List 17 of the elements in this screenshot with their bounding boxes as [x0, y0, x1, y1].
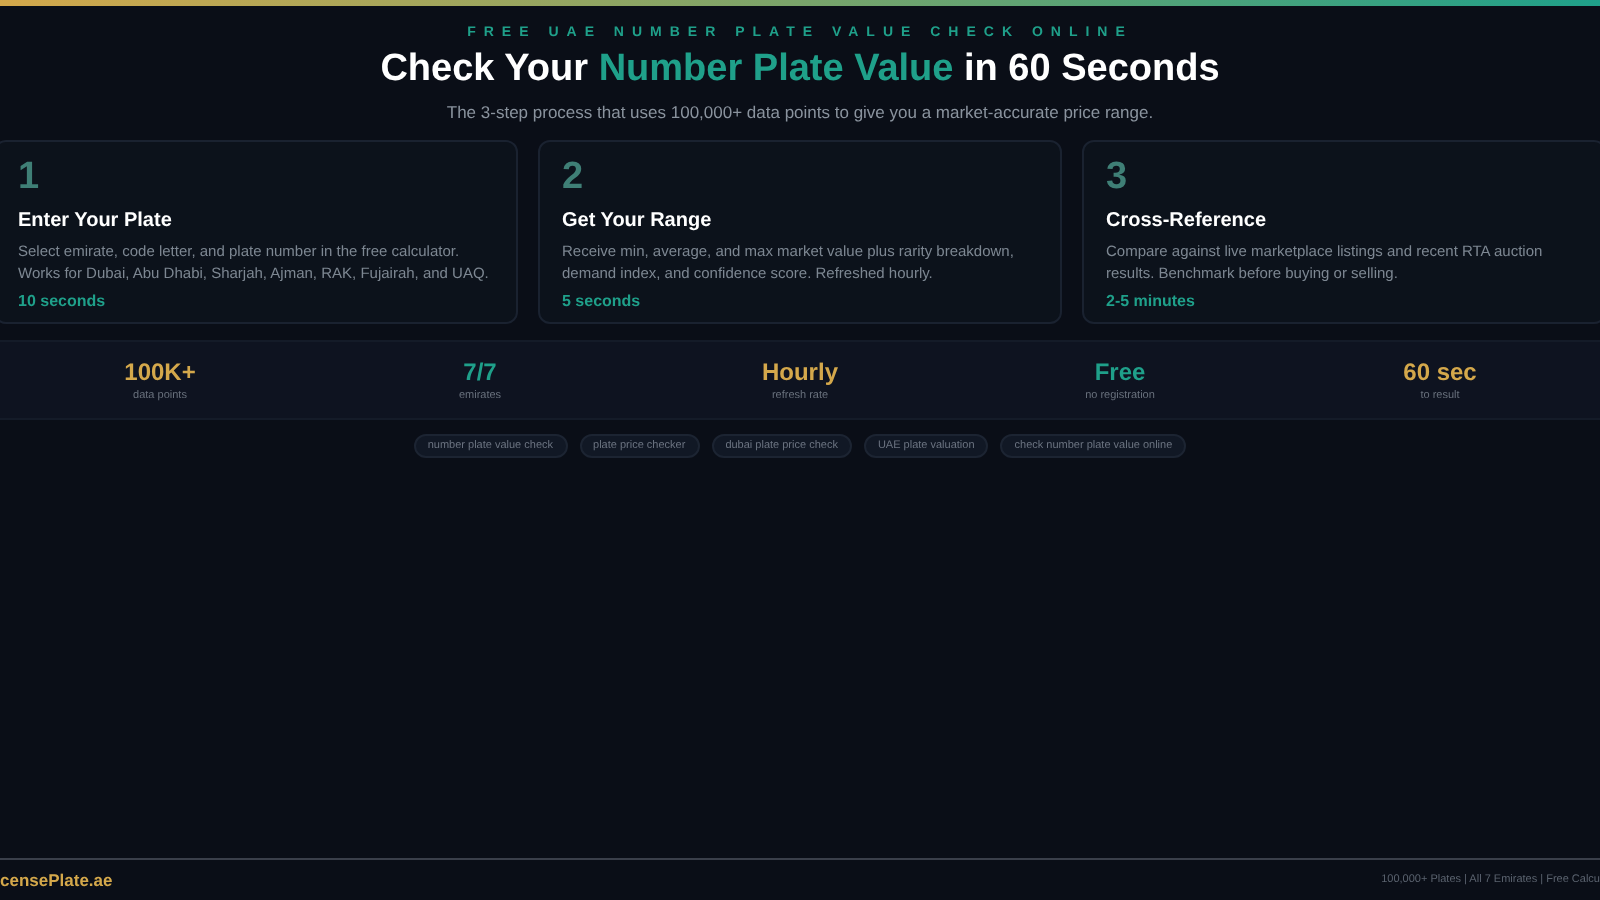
step-time: 2-5 minutes [1106, 291, 1197, 310]
stat-value: Free [1094, 358, 1146, 386]
step-title: Enter Your Plate [18, 210, 174, 232]
subtitle: The 3-step process that uses 100,000+ data points to give you a market-accurate price range. [446, 102, 1154, 122]
stat-value: Hourly [761, 358, 838, 386]
page-title: Check Your Number Plate Value in 60 Seconds [380, 48, 1220, 92]
step-time: 5 seconds [562, 291, 643, 310]
step-title: Cross-Reference [1106, 210, 1269, 232]
step-number: 3 [1106, 158, 1130, 196]
stat-value: 60 sec [1403, 358, 1477, 386]
step-time: 10 seconds [18, 291, 108, 310]
step-number: 1 [18, 158, 42, 196]
footer-brand[interactable]: censePlate.ae [0, 870, 113, 890]
step-title: Get Your Range [562, 210, 714, 232]
stat-value: 100K+ [124, 358, 196, 386]
stat-value: 7/7 [463, 358, 497, 386]
step-number: 2 [562, 158, 586, 196]
